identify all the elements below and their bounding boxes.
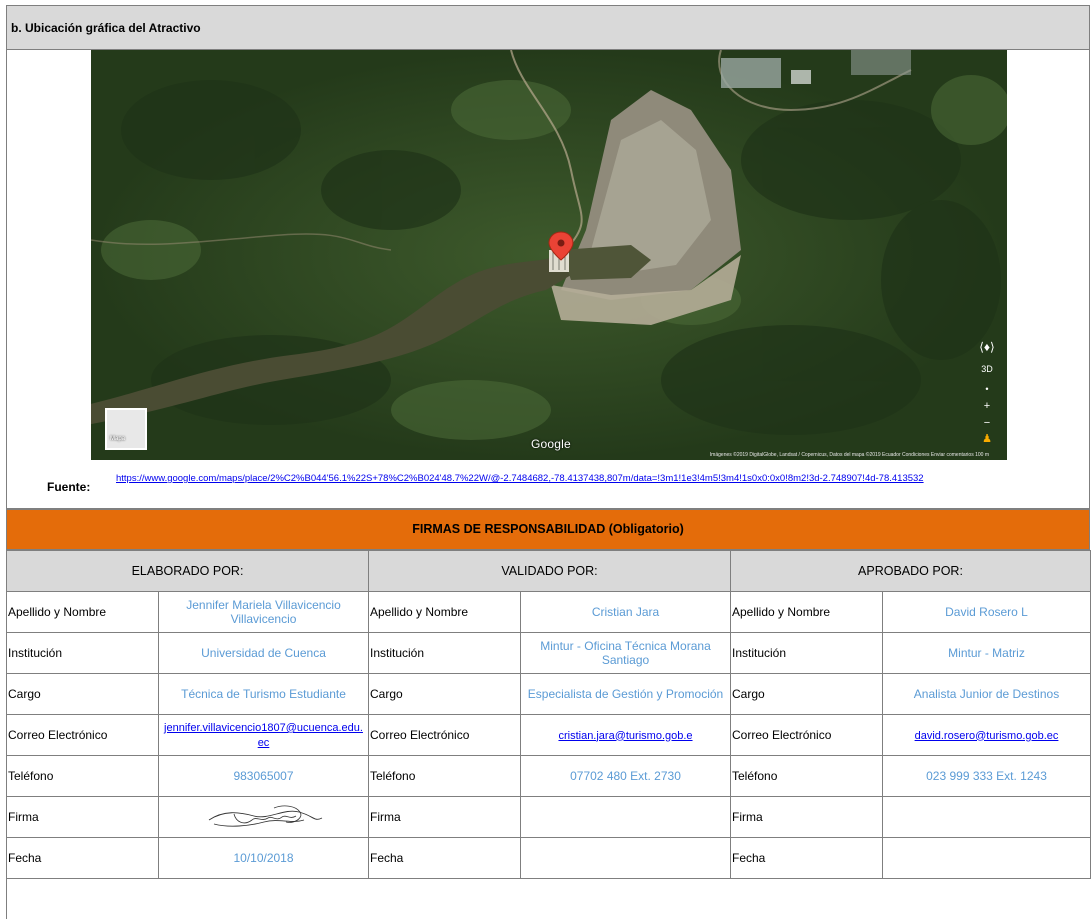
table-row: Cargo Técnica de Turismo Estudiante Carg… (6, 673, 1091, 715)
map-attribution: Imágenes ©2019 DigitalGlobe, Landsat / C… (709, 452, 989, 458)
source-label: Fuente: (47, 480, 91, 494)
validado-cargo: Especialista de Gestión y Promoción (520, 673, 731, 715)
label-correo: Correo Electrónico (730, 714, 883, 756)
table-row: Institución Universidad de Cuenca Instit… (6, 632, 1091, 674)
validado-fecha (520, 837, 731, 879)
aprobado-nombre: David Rosero L (882, 591, 1091, 633)
validado-email-link[interactable]: cristian.jara@turismo.gob.e (558, 730, 692, 742)
elaborado-correo-cell: jennifer.villavicencio1807@ucuenca.edu.e… (158, 714, 369, 756)
satellite-imagery (91, 50, 1007, 460)
elaborado-institucion: Universidad de Cuenca (158, 632, 369, 674)
google-logo: Google (531, 437, 571, 451)
label-fecha: Fecha (730, 837, 883, 879)
handwritten-signature (208, 805, 322, 827)
table-row: Fecha 10/10/2018 Fecha Fecha (6, 837, 1091, 879)
elaborado-email-link[interactable]: jennifer.villavicencio1807@ucuenca.edu.e… (164, 722, 363, 749)
elaborado-firma (158, 796, 369, 838)
pegman-icon[interactable]: ♟ (975, 432, 999, 445)
label-telefono: Teléfono (368, 755, 521, 797)
label-nombre: Apellido y Nombre (730, 591, 883, 633)
signatures-table: ELABORADO POR: VALIDADO POR: APROBADO PO… (6, 550, 1091, 879)
aprobado-correo-cell: david.rosero@turismo.gob.ec (882, 714, 1091, 756)
satellite-map[interactable]: Mapa Google ⟨♦⟩ 3D • + − ♟ Imágenes ©201… (91, 50, 1007, 460)
aprobado-firma (882, 796, 1091, 838)
label-correo: Correo Electrónico (368, 714, 521, 756)
elaborado-heading: ELABORADO POR: (6, 550, 369, 592)
elaborado-telefono: 983065007 (158, 755, 369, 797)
map-controls: ⟨♦⟩ 3D • + − ♟ (975, 340, 999, 450)
aprobado-telefono: 023 999 333 Ext. 1243 (882, 755, 1091, 797)
source-row (6, 461, 1090, 509)
zoom-in-button[interactable]: + (975, 400, 999, 412)
label-institucion: Institución (368, 632, 521, 674)
table-row: Teléfono 983065007 Teléfono 07702 480 Ex… (6, 755, 1091, 797)
label-telefono: Teléfono (730, 755, 883, 797)
table-row: Firma Firma Firma (6, 796, 1091, 838)
label-correo: Correo Electrónico (6, 714, 159, 756)
validado-correo-cell: cristian.jara@turismo.gob.e (520, 714, 731, 756)
section-title: b. Ubicación gráfica del Atractivo (6, 5, 1090, 50)
label-firma: Firma (730, 796, 883, 838)
aprobado-institucion: Mintur - Matriz (882, 632, 1091, 674)
source-link[interactable]: https://www.google.com/maps/place/2%C2%B… (116, 472, 1081, 485)
map-type-toggle[interactable]: Mapa (105, 408, 147, 450)
dot-icon: • (985, 384, 989, 394)
label-firma: Firma (6, 796, 159, 838)
aprobado-heading: APROBADO POR: (730, 550, 1091, 592)
validado-nombre: Cristian Jara (520, 591, 731, 633)
table-row: Correo Electrónico jennifer.villavicenci… (6, 714, 1091, 756)
elaborado-fecha: 10/10/2018 (158, 837, 369, 879)
label-telefono: Teléfono (6, 755, 159, 797)
label-cargo: Cargo (368, 673, 521, 715)
label-cargo: Cargo (730, 673, 883, 715)
elaborado-cargo: Técnica de Turismo Estudiante (158, 673, 369, 715)
label-institucion: Institución (6, 632, 159, 674)
label-fecha: Fecha (6, 837, 159, 879)
validado-institucion: Mintur - Oficina Técnica Morana Santiago (520, 632, 731, 674)
signatures-title: FIRMAS DE RESPONSABILIDAD (Obligatorio) (6, 509, 1090, 550)
validado-telefono: 07702 480 Ext. 2730 (520, 755, 731, 797)
label-firma: Firma (368, 796, 521, 838)
map-type-label: Mapa (110, 436, 126, 442)
table-row: Apellido y Nombre Jennifer Mariela Villa… (6, 591, 1091, 633)
aprobado-email-link[interactable]: david.rosero@turismo.gob.ec (915, 730, 1059, 742)
label-nombre: Apellido y Nombre (6, 591, 159, 633)
tilt-3d-button[interactable]: 3D (975, 364, 999, 374)
label-cargo: Cargo (6, 673, 159, 715)
validado-heading: VALIDADO POR: (368, 550, 731, 592)
validado-firma (520, 796, 731, 838)
label-fecha: Fecha (368, 837, 521, 879)
compass-icon[interactable]: ⟨♦⟩ (975, 340, 999, 354)
zoom-out-button[interactable]: − (975, 417, 999, 429)
aprobado-fecha (882, 837, 1091, 879)
table-header-row: ELABORADO POR: VALIDADO POR: APROBADO PO… (6, 550, 1091, 592)
elaborado-nombre: Jennifer Mariela Villavicencio Villavice… (158, 591, 369, 633)
label-nombre: Apellido y Nombre (368, 591, 521, 633)
label-institucion: Institución (730, 632, 883, 674)
aprobado-cargo: Analista Junior de Destinos (882, 673, 1091, 715)
